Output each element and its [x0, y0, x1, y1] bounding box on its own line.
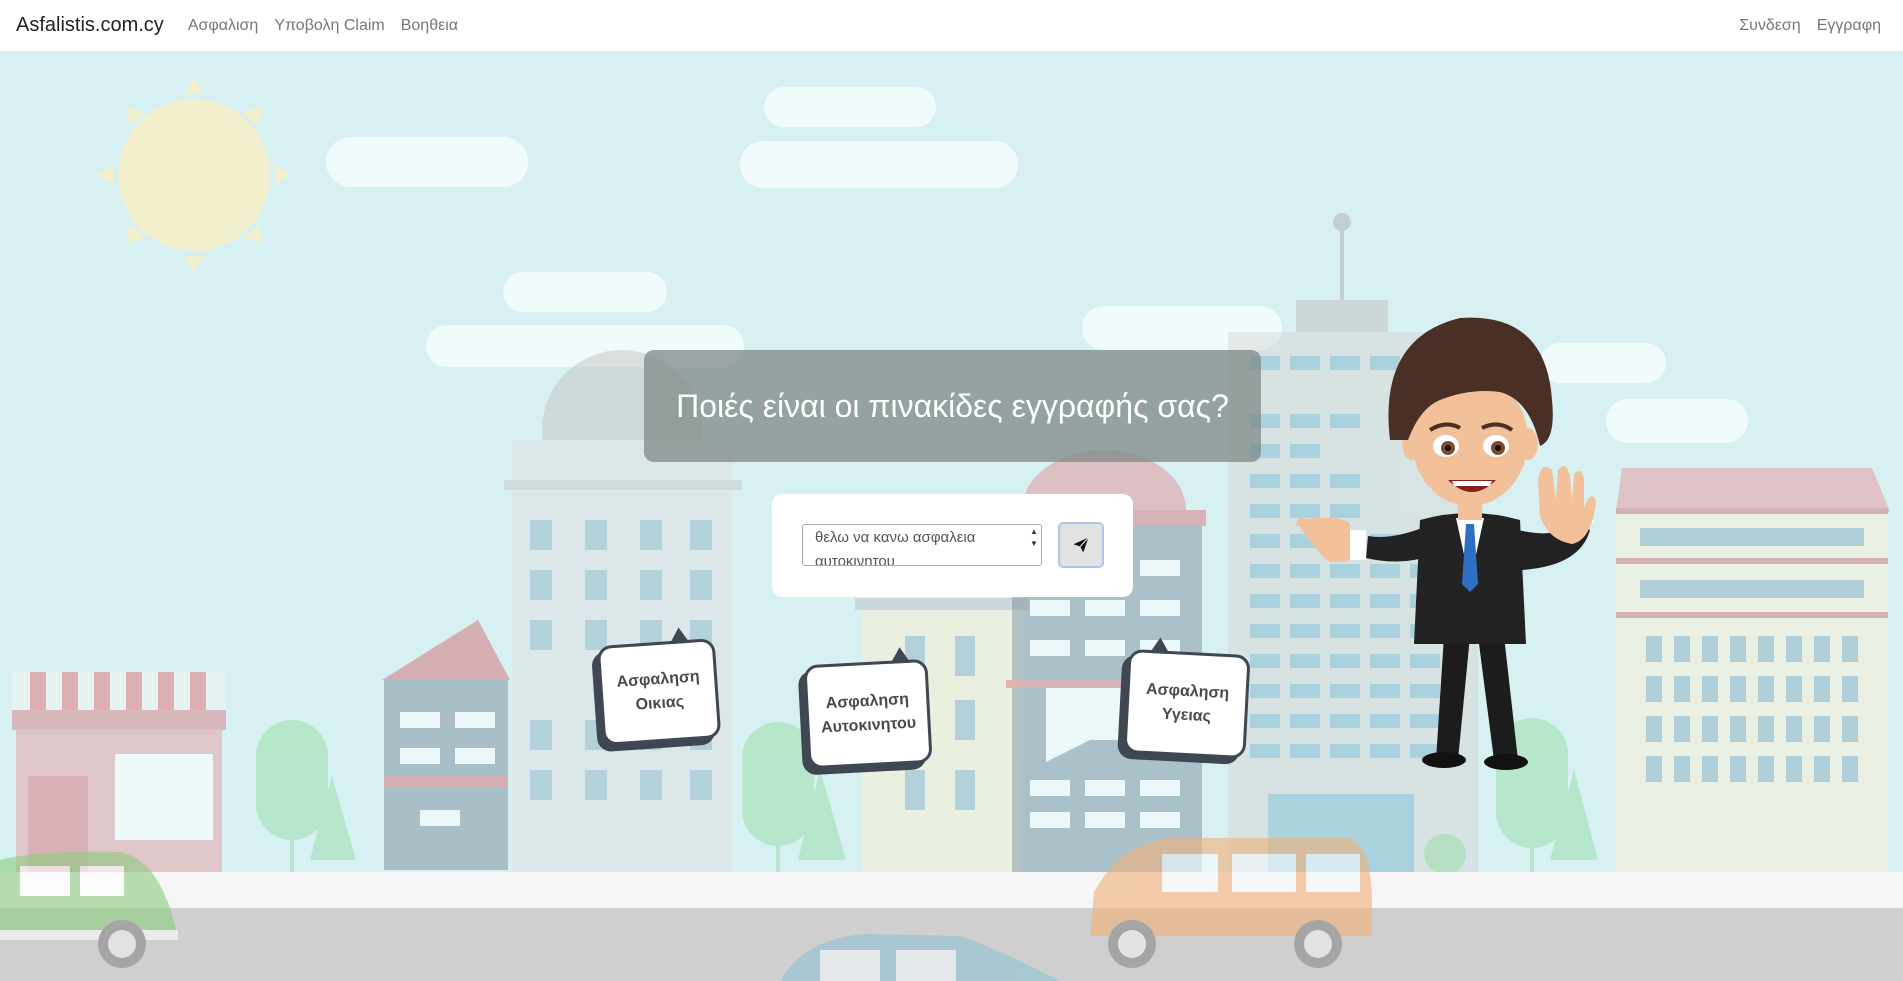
car-insurance-bubble[interactable]: Ασφαληση Αυτοκινητου — [803, 646, 933, 770]
sun-icon — [97, 78, 291, 272]
answer-card: θελω να κανω ασφαλεια αυτοκινητου ▲ ▼ — [772, 494, 1133, 597]
bubble-label: Ασφαληση Οικιας — [616, 668, 701, 714]
nav-link-insurance[interactable]: Ασφαλιση — [188, 17, 259, 35]
paper-plane-icon — [1073, 537, 1089, 553]
health-insurance-bubble[interactable]: Ασφαληση Υγειας — [1123, 636, 1251, 760]
bubble-tail — [1149, 636, 1171, 655]
textarea-spinner[interactable]: ▲ ▼ — [1028, 526, 1040, 564]
nav-link-help[interactable]: Βοηθεια — [401, 17, 458, 35]
answer-input[interactable]: θελω να κανω ασφαλεια αυτοκινητου — [802, 524, 1042, 566]
nav-link-register[interactable]: Εγγραφη — [1817, 17, 1881, 35]
home-insurance-bubble[interactable]: Ασφαληση Οικιας — [596, 626, 722, 746]
grey-house — [382, 620, 510, 870]
bubble-tail — [889, 646, 911, 664]
bubble-label: Ασφαληση Υγειας — [1145, 680, 1230, 726]
nav-link-submit-claim[interactable]: Υποβολη Claim — [274, 17, 384, 35]
question-text: Ποιές είναι οι πινακίδες εγγραφής σας? — [676, 387, 1229, 424]
send-button[interactable] — [1058, 522, 1104, 568]
bubble-label: Ασφαληση Αυτοκινητου — [820, 690, 917, 737]
nav-link-login[interactable]: Συνδεση — [1739, 17, 1800, 35]
brand-link[interactable]: Asfalistis.com.cy — [16, 14, 164, 37]
question-panel: Ποιές είναι οι πινακίδες εγγραφής σας? — [644, 350, 1261, 462]
top-navbar: Asfalistis.com.cy Ασφαλιση Υποβολη Claim… — [0, 0, 1903, 52]
right-cream-building — [1616, 468, 1890, 872]
sidewalk — [0, 872, 1903, 908]
shop-building — [12, 672, 226, 872]
bubble-tail — [668, 626, 690, 645]
nav-right-group: Συνδεση Εγγραφη — [1723, 17, 1881, 35]
